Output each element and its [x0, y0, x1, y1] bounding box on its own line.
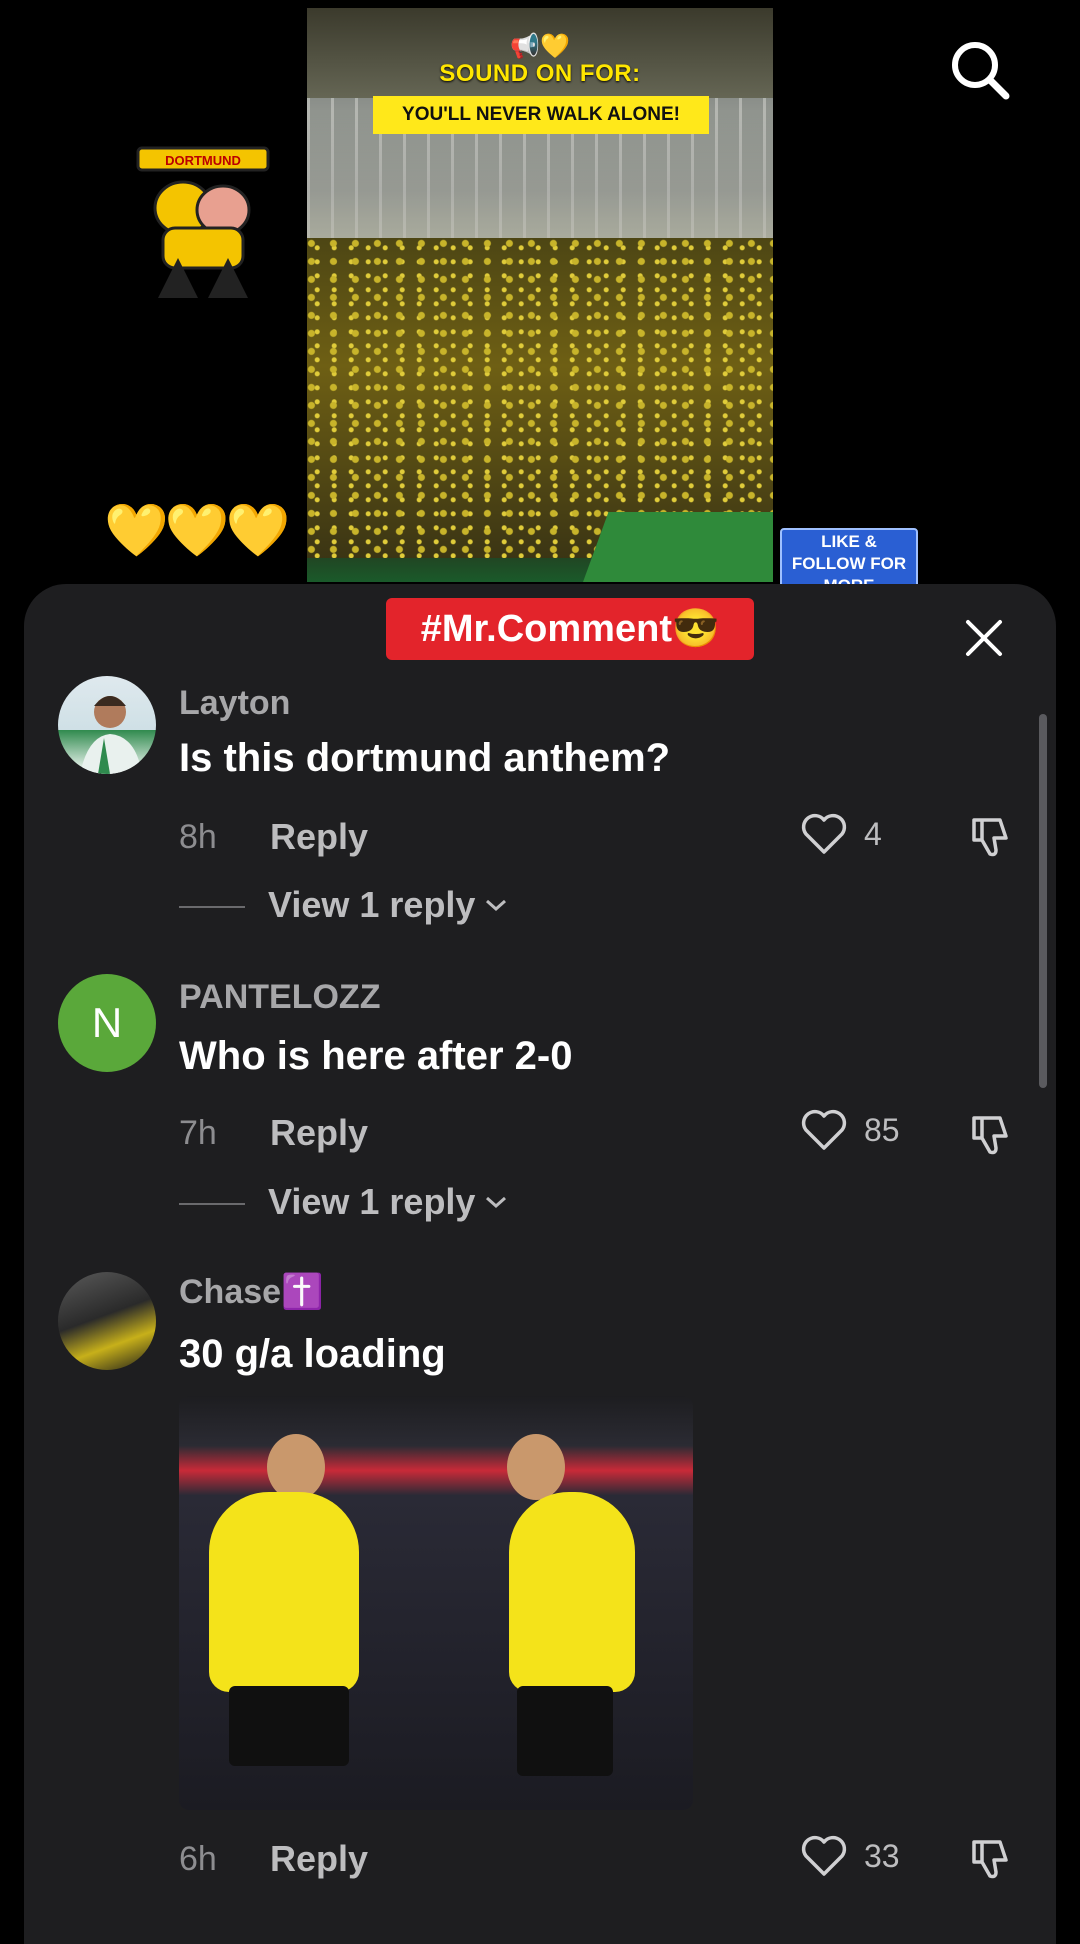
heart-icon	[801, 1109, 847, 1150]
dislike-icon[interactable]	[966, 812, 1014, 860]
like-button[interactable]: 85	[800, 1108, 900, 1152]
view-replies-label: View 1 reply	[268, 884, 476, 925]
reply-button[interactable]: Reply	[270, 816, 368, 858]
video-frame[interactable]: 📢💛 SOUND ON FOR: YOU'LL NEVER WALK ALONE…	[307, 8, 773, 582]
dislike-icon[interactable]	[966, 1834, 1014, 1882]
heart-icon	[801, 1835, 847, 1876]
avatar[interactable]: N	[58, 974, 156, 1072]
heart-icon	[801, 813, 847, 854]
avatar[interactable]	[58, 676, 156, 774]
reply-button[interactable]: Reply	[270, 1838, 368, 1880]
like-count: 33	[864, 1837, 900, 1874]
player-shirt	[509, 1492, 635, 1692]
like-button[interactable]: 33	[800, 1834, 900, 1878]
close-icon[interactable]	[960, 614, 1008, 662]
chevron-down-icon	[486, 899, 507, 912]
anthem-banner: YOU'LL NEVER WALK ALONE!	[373, 96, 709, 134]
divider	[179, 1203, 245, 1205]
comment-text: Who is here after 2-0	[179, 1034, 573, 1078]
chevron-down-icon	[486, 1196, 507, 1209]
comments-scrollbar[interactable]	[1039, 714, 1047, 1088]
sticker-label: DORTMUND	[165, 153, 241, 168]
stadium-crowd	[307, 238, 773, 558]
view-replies-button[interactable]: View 1 reply	[268, 884, 509, 926]
reply-button[interactable]: Reply	[270, 1112, 368, 1154]
comment-username[interactable]: Chase✝️	[179, 1272, 323, 1312]
avatar-letter: N	[91, 999, 123, 1046]
like-button[interactable]: 4	[800, 812, 882, 856]
player-head	[507, 1434, 565, 1500]
avatar[interactable]	[58, 1272, 156, 1370]
mr-comment-tag: #Mr.Comment😎	[386, 598, 754, 660]
player-shorts	[517, 1686, 613, 1776]
yellow-hearts: 💛💛💛	[104, 502, 290, 560]
like-count: 4	[864, 815, 882, 852]
dislike-icon[interactable]	[966, 1110, 1014, 1158]
player-shirt	[209, 1492, 359, 1692]
like-count: 85	[864, 1111, 900, 1148]
comment-text: Is this dortmund anthem?	[179, 736, 671, 780]
view-replies-label: View 1 reply	[268, 1181, 476, 1222]
comment-username[interactable]: Layton	[179, 684, 290, 723]
player-head	[267, 1434, 325, 1500]
comment-time: 6h	[179, 1840, 217, 1878]
comment-time: 8h	[179, 818, 217, 856]
view-replies-button[interactable]: View 1 reply	[268, 1181, 509, 1223]
pitch	[583, 512, 773, 582]
dortmund-sticker-icon: DORTMUND	[128, 138, 278, 298]
sound-on-title: SOUND ON FOR:	[439, 60, 641, 87]
comment-username[interactable]: PANTELOZZ	[179, 978, 380, 1017]
comment-time: 7h	[179, 1114, 217, 1152]
comment-photo[interactable]	[179, 1396, 693, 1810]
sound-icons: 📢💛	[510, 33, 570, 60]
player-shorts	[229, 1686, 349, 1766]
comment-text: 30 g/a loading	[179, 1332, 446, 1376]
divider	[179, 906, 245, 908]
search-icon[interactable]	[948, 38, 1012, 102]
